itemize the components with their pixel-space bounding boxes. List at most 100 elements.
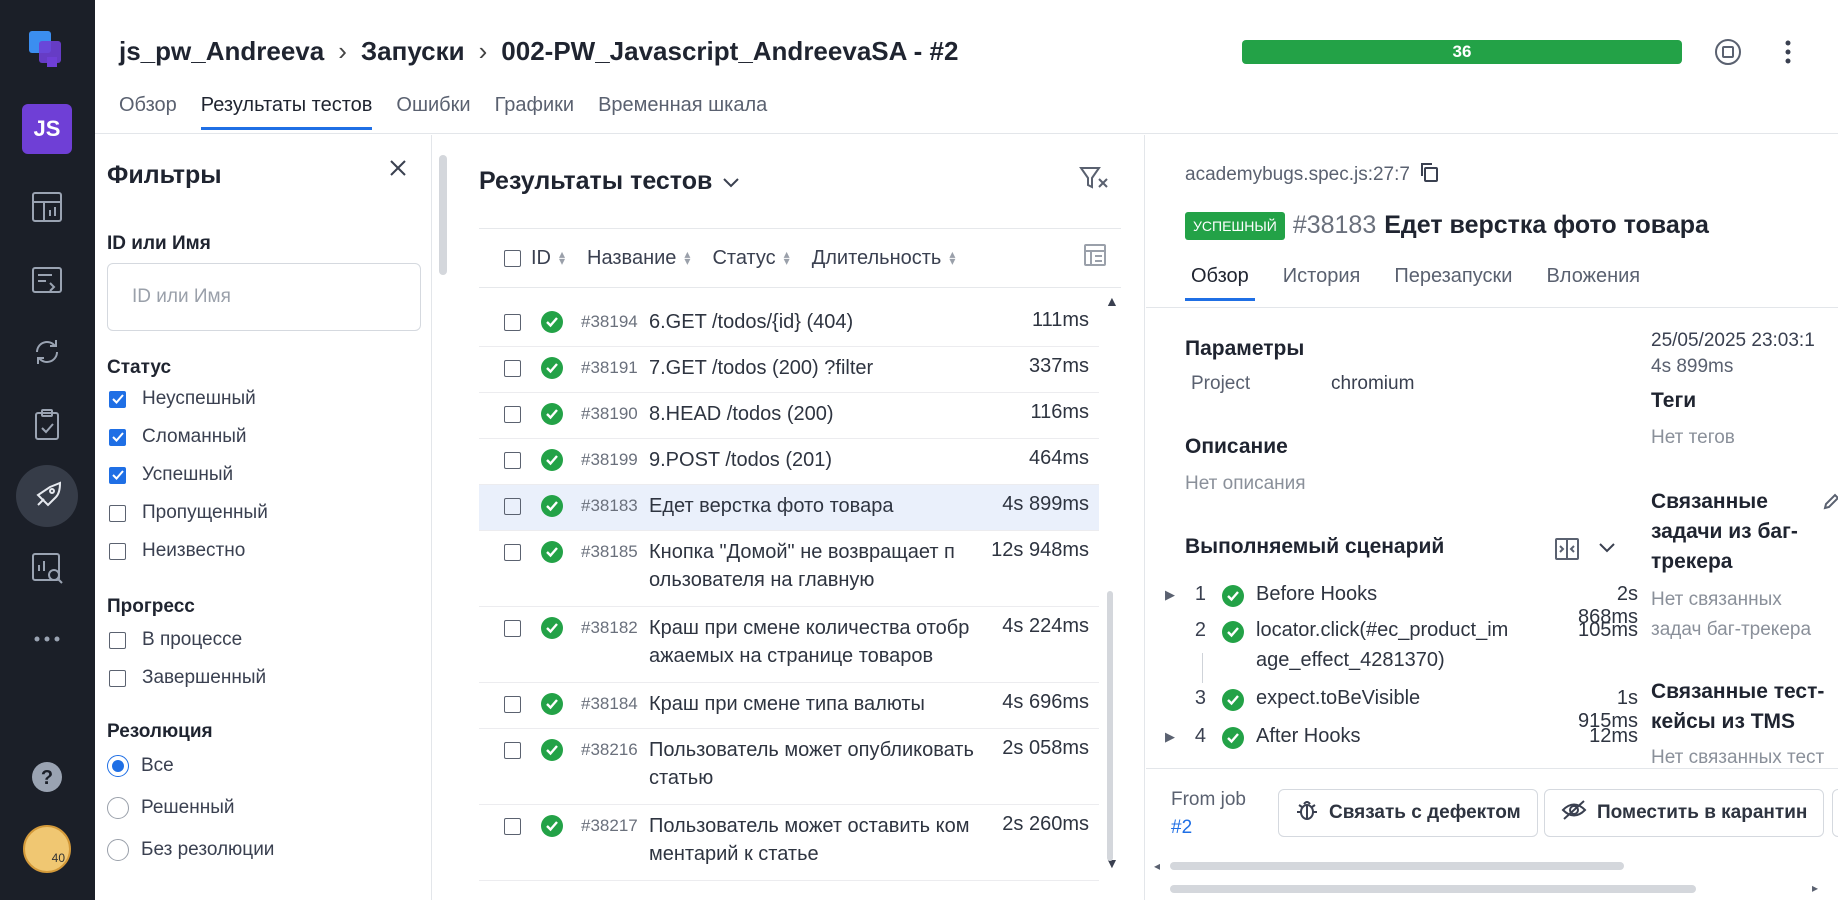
sort-icon: ▴ ▾	[684, 247, 691, 268]
tab-detail-overview[interactable]: Обзор	[1185, 265, 1255, 301]
status-passed-checkbox[interactable]: Успешный	[109, 464, 233, 486]
row-checkbox[interactable]	[504, 498, 521, 515]
checkbox[interactable]	[109, 669, 126, 687]
table-row[interactable]: #38217 Пользователь может оставить ком ме…	[479, 805, 1099, 881]
tab-test-results[interactable]: Результаты тестов	[200, 94, 373, 130]
column-settings-icon[interactable]	[1081, 241, 1109, 275]
from-job-link[interactable]: #2	[1171, 817, 1192, 839]
radio[interactable]	[107, 839, 129, 861]
test-cases-icon[interactable]	[16, 249, 78, 311]
help-icon[interactable]: ?	[16, 746, 78, 808]
checkbox[interactable]	[109, 542, 126, 560]
dashboard-icon[interactable]	[16, 176, 78, 238]
column-id[interactable]: ID ▴ ▾	[531, 247, 565, 270]
passed-status-icon	[541, 693, 563, 715]
checkbox-checked[interactable]	[109, 390, 126, 408]
more-icon[interactable]	[16, 608, 78, 670]
table-row[interactable]: #38185 Кнопка "Домой" не возвращает п оль…	[479, 531, 1099, 607]
expand-triangle-icon[interactable]: ▶	[1160, 587, 1180, 603]
table-row[interactable]: #38216 Пользователь может опубликовать ст…	[479, 729, 1099, 805]
expand-triangle-icon[interactable]: ▶	[1160, 729, 1180, 745]
column-name[interactable]: Название ▴ ▾	[587, 247, 690, 270]
close-icon[interactable]	[387, 157, 409, 184]
scenario-step[interactable]: ▶ 4 After Hooks 12ms	[1146, 725, 1638, 751]
tab-reruns[interactable]: Перезапуски	[1388, 265, 1518, 301]
table-row[interactable]: #38190 8.HEAD /todos (200) 116ms	[479, 393, 1099, 439]
tab-timeline[interactable]: Временная шкала	[598, 94, 767, 130]
status-failed-checkbox[interactable]: Неуспешный	[109, 388, 256, 410]
quarantine-button[interactable]: Поместить в карантин	[1544, 789, 1825, 837]
scenario-step[interactable]: 2 locator.click(#ec_product_im age_effect…	[1146, 619, 1638, 675]
table-row[interactable]: #38184 Краш при смене типа валюты 4s 696ms	[479, 683, 1099, 729]
id-filter-input[interactable]: ID или Имя	[107, 263, 421, 331]
row-checkbox[interactable]	[504, 742, 521, 759]
rocket-icon[interactable]	[16, 465, 78, 527]
tab-overview[interactable]: Обзор	[119, 94, 177, 130]
user-avatar[interactable]: 40	[23, 825, 71, 873]
stop-launch-icon[interactable]	[1712, 36, 1744, 68]
table-row[interactable]: #38191 7.GET /todos (200) ?filter 337ms	[479, 347, 1099, 393]
status-unknown-checkbox[interactable]: Неизвестно	[109, 540, 245, 562]
checklist-icon[interactable]	[16, 394, 78, 456]
tab-history[interactable]: История	[1277, 265, 1367, 301]
link-defect-button[interactable]: Связать с дефектом	[1278, 789, 1538, 837]
status-badge: УСПЕШНЫЙ	[1185, 211, 1285, 240]
column-duration[interactable]: Длительность ▴ ▾	[812, 247, 956, 270]
logo-icon[interactable]	[16, 18, 78, 80]
tab-attachments[interactable]: Вложения	[1540, 265, 1646, 301]
step-name: Before Hooks	[1256, 583, 1378, 605]
row-checkbox[interactable]	[504, 314, 521, 331]
radio-checked[interactable]	[107, 755, 129, 777]
tab-errors[interactable]: Ошибки	[396, 94, 470, 130]
radio[interactable]	[107, 797, 129, 819]
test-results-panel: Результаты тестов ID ▴ ▾ Название ▴ ▾ Статус…	[433, 135, 1145, 900]
table-row[interactable]: #38194 6.GET /todos/{id} (404) 111ms	[479, 301, 1099, 347]
table-row[interactable]: #38182 Краш при смене количества отобр аж…	[479, 607, 1099, 683]
table-row[interactable]: #38183 Едет верстка фото товара 4s 899ms	[479, 485, 1099, 531]
filters-scrollbar[interactable]	[439, 155, 447, 275]
resolution-resolved-radio[interactable]: Решенный	[107, 797, 234, 819]
analytics-icon[interactable]	[16, 537, 78, 599]
scroll-right-icon[interactable]: ▸	[1812, 881, 1818, 895]
status-skipped-checkbox[interactable]: Пропущенный	[109, 502, 268, 524]
resolution-none-radio[interactable]: Без резолюции	[107, 839, 274, 861]
row-checkbox[interactable]	[504, 360, 521, 377]
tab-charts[interactable]: Графики	[495, 94, 575, 130]
chevron-down-icon[interactable]	[1598, 541, 1616, 559]
row-checkbox[interactable]	[504, 544, 521, 561]
column-status[interactable]: Статус ▴ ▾	[712, 247, 789, 270]
breadcrumb-launches[interactable]: Запуски	[361, 36, 465, 67]
row-checkbox[interactable]	[504, 696, 521, 713]
horizontal-scrollbar[interactable]	[1170, 885, 1696, 893]
row-checkbox[interactable]	[504, 620, 521, 637]
scroll-up-icon[interactable]: ▲	[1105, 293, 1119, 309]
progress-finished-checkbox[interactable]: Завершенный	[109, 667, 266, 689]
checkbox[interactable]	[109, 504, 126, 522]
row-checkbox[interactable]	[504, 452, 521, 469]
overflow-button[interactable]	[1832, 789, 1838, 837]
launches-sync-icon[interactable]	[16, 321, 78, 383]
row-checkbox[interactable]	[504, 406, 521, 423]
resolution-all-radio[interactable]: Все	[107, 755, 174, 777]
results-title[interactable]: Результаты тестов	[479, 167, 740, 196]
kebab-menu-icon[interactable]	[1772, 36, 1804, 68]
checkbox-checked[interactable]	[109, 428, 126, 446]
copy-icon[interactable]	[1418, 161, 1440, 189]
clear-filter-icon[interactable]	[1079, 165, 1109, 198]
select-all-checkbox[interactable]	[504, 249, 521, 267]
edit-pencil-icon[interactable]	[1822, 493, 1838, 516]
scroll-left-icon[interactable]: ◂	[1154, 859, 1160, 873]
status-broken-checkbox[interactable]: Сломанный	[109, 426, 246, 448]
row-checkbox[interactable]	[504, 818, 521, 835]
progress-in-progress-checkbox[interactable]: В процессе	[109, 629, 242, 651]
params-title: Параметры	[1185, 337, 1305, 360]
project-badge[interactable]: JS	[22, 104, 72, 154]
expand-steps-icon[interactable]	[1554, 537, 1580, 566]
row-duration: 337ms	[1028, 355, 1089, 377]
checkbox[interactable]	[109, 631, 126, 649]
table-row[interactable]: #38199 9.POST /todos (201) 464ms	[479, 439, 1099, 485]
checkbox-checked[interactable]	[109, 466, 126, 484]
results-scrollbar[interactable]	[1107, 591, 1113, 861]
breadcrumb-project[interactable]: js_pw_Andreeva	[119, 36, 324, 67]
horizontal-scrollbar[interactable]	[1170, 862, 1624, 870]
